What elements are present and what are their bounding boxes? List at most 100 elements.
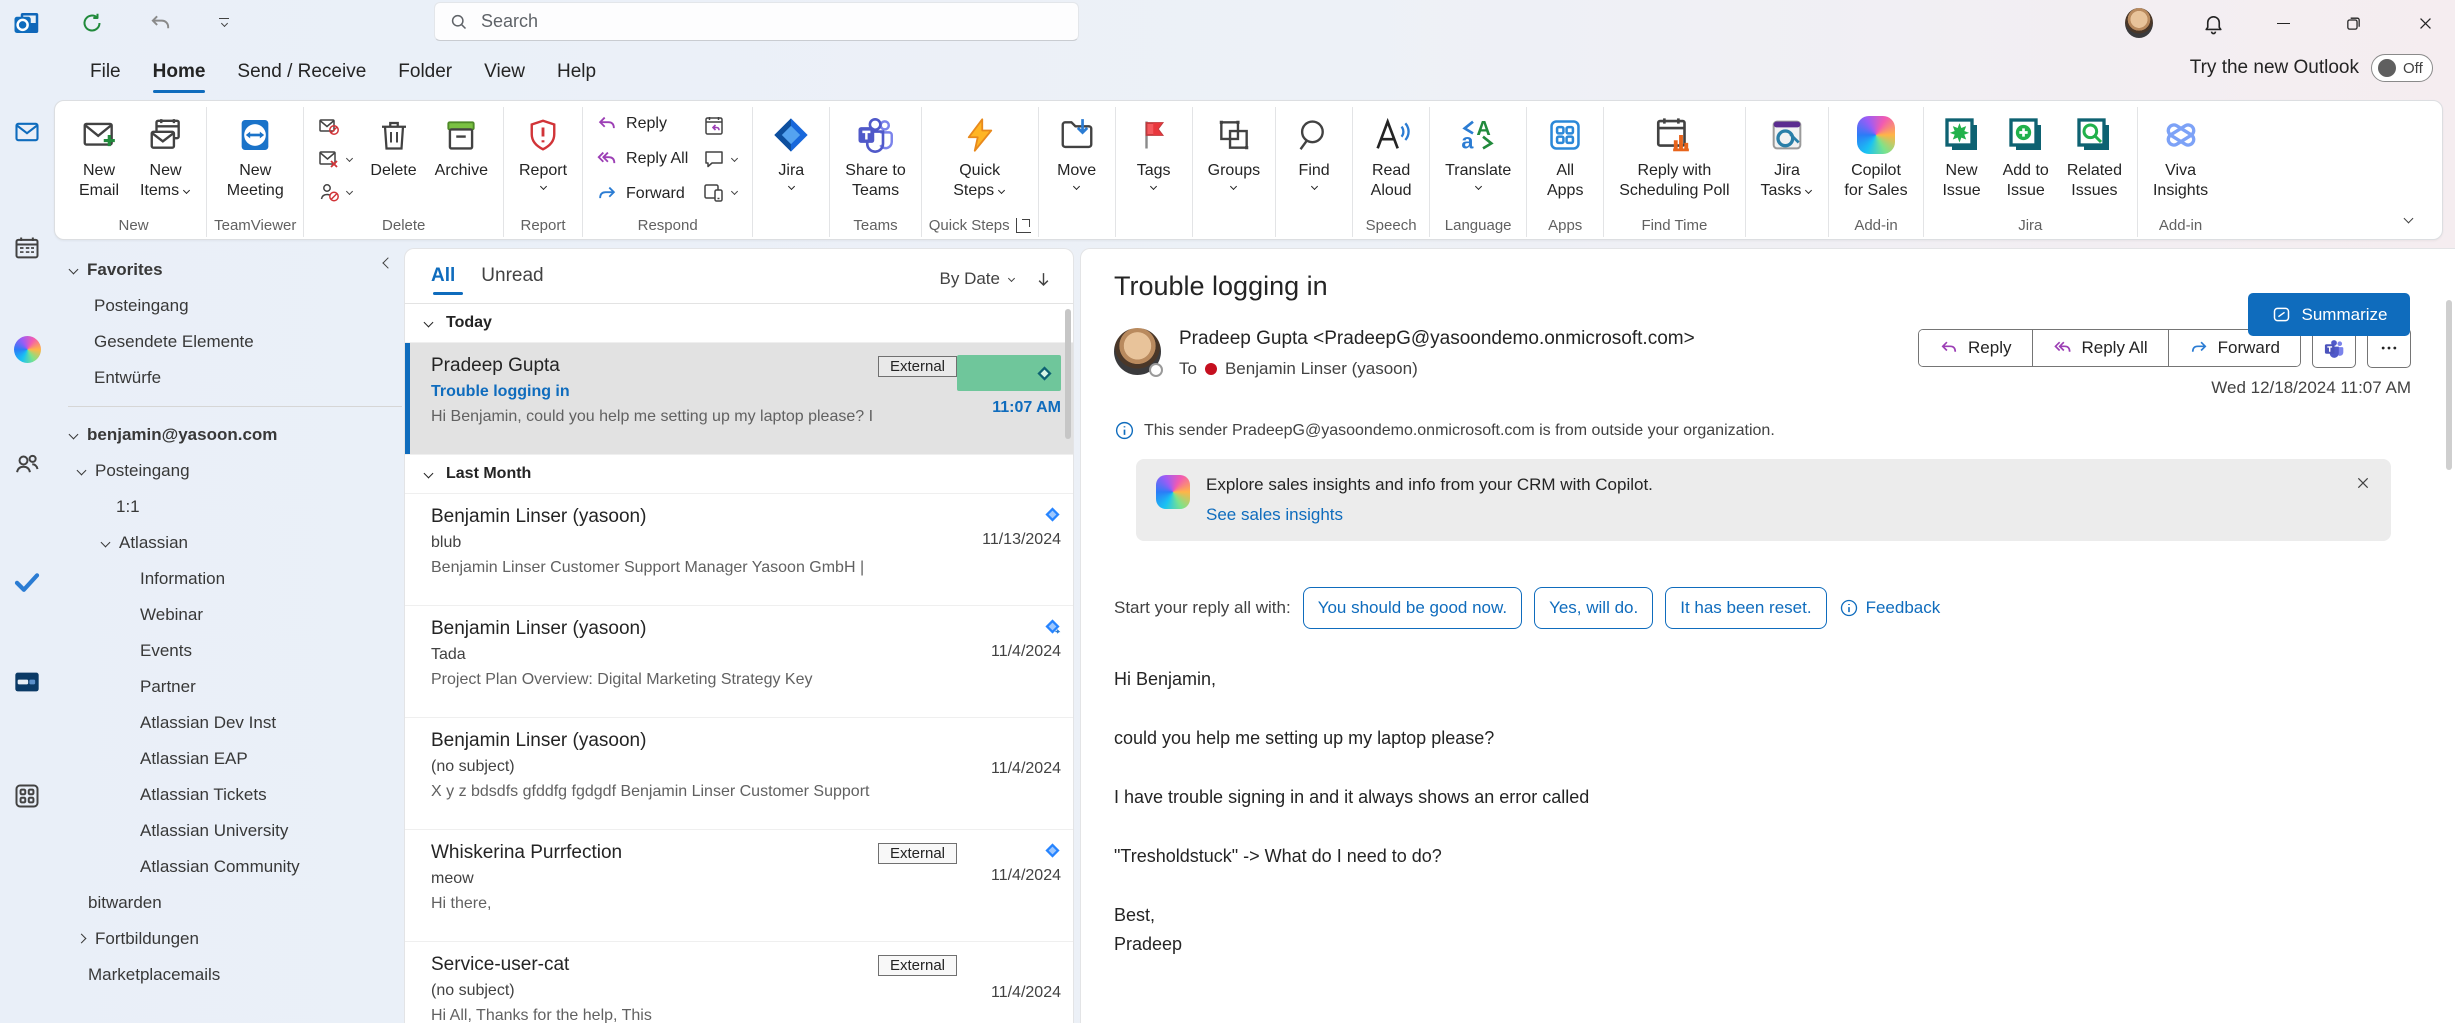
account-avatar[interactable]	[2125, 9, 2153, 37]
sender-name-email[interactable]: Pradeep Gupta <PradeepG@yasoondemo.onmic…	[1179, 328, 1695, 350]
people-nav-icon[interactable]	[0, 450, 54, 478]
groups-button[interactable]: Groups	[1200, 107, 1268, 193]
suggested-reply-3[interactable]: It has been reset.	[1665, 587, 1826, 629]
email-row-blub[interactable]: Benjamin Linser (yasoon) blub Benjamin L…	[405, 493, 1073, 605]
report-button[interactable]: Report	[511, 107, 575, 193]
collapse-ribbon-chevron[interactable]	[2403, 211, 2414, 229]
folder-posteingang[interactable]: Posteingang	[54, 453, 402, 489]
favorite-gesendete-elemente[interactable]: Gesendete Elemente	[54, 324, 402, 360]
pinned-addin-icon[interactable]	[0, 668, 54, 696]
menu-folder[interactable]: Folder	[382, 55, 468, 89]
feedback-link[interactable]: Feedback	[1839, 598, 1941, 618]
search-input[interactable]: Search	[434, 2, 1079, 41]
close-button[interactable]	[2411, 9, 2439, 37]
todo-nav-icon[interactable]	[0, 566, 54, 596]
reading-pane-scrollbar[interactable]	[2446, 300, 2452, 470]
related-issues-button[interactable]: RelatedIssues	[2059, 107, 2130, 203]
minimize-button[interactable]	[2269, 9, 2297, 37]
folder-atlassian-eap[interactable]: Atlassian EAP	[54, 741, 402, 777]
favorite-entwuerfe[interactable]: Entwürfe	[54, 360, 402, 396]
folder-atlassian-dev-inst[interactable]: Atlassian Dev Inst	[54, 705, 402, 741]
clean-up-button[interactable]	[313, 144, 358, 174]
folder-atlassian-tickets[interactable]: Atlassian Tickets	[54, 777, 402, 813]
folder-atlassian-university[interactable]: Atlassian University	[54, 813, 402, 849]
reply-button[interactable]: Reply	[1919, 330, 2031, 366]
forward-button[interactable]: Forward	[590, 181, 694, 207]
scheduling-poll-button[interactable]: Reply withScheduling Poll	[1611, 107, 1737, 203]
sync-icon[interactable]	[78, 9, 106, 37]
reply-other-button[interactable]	[698, 177, 743, 207]
quick-steps-dialog-launcher[interactable]	[1016, 218, 1031, 233]
suggested-reply-2[interactable]: Yes, will do.	[1534, 587, 1653, 629]
recipient-name[interactable]: Benjamin Linser (yasoon)	[1225, 359, 1418, 379]
jira-tasks-button[interactable]: JiraTasks	[1753, 107, 1822, 203]
email-row-pradeep-gupta[interactable]: Pradeep Gupta External Trouble logging i…	[405, 342, 1073, 454]
folder-atlassian-community[interactable]: Atlassian Community	[54, 849, 402, 885]
menu-view[interactable]: View	[468, 55, 541, 89]
menu-file[interactable]: File	[74, 55, 137, 89]
sort-by-date[interactable]: By Date	[940, 269, 1016, 289]
read-aloud-button[interactable]: ReadAloud	[1360, 107, 1422, 203]
banner-close-icon[interactable]	[2355, 475, 2371, 491]
all-apps-button[interactable]: AllApps	[1534, 107, 1596, 203]
favorite-posteingang[interactable]: Posteingang	[54, 288, 402, 324]
more-apps-icon[interactable]	[0, 782, 54, 810]
reply-with-meeting-button[interactable]	[698, 111, 743, 141]
folder-partner[interactable]: Partner	[54, 669, 402, 705]
new-outlook-toggle[interactable]: Off	[2371, 54, 2433, 82]
folder-marketplacemails[interactable]: Marketplacemails	[54, 957, 402, 993]
account-header[interactable]: benjamin@yasoon.com	[54, 417, 402, 453]
email-row-tada[interactable]: Benjamin Linser (yasoon) Tada Project Pl…	[405, 605, 1073, 717]
viva-insights-button[interactable]: VivaInsights	[2145, 107, 2216, 203]
restore-button[interactable]	[2339, 9, 2367, 37]
tab-unread[interactable]: Unread	[481, 265, 543, 293]
copilot-nav-icon[interactable]	[0, 336, 54, 363]
new-items-button[interactable]: NewItems	[132, 107, 199, 203]
reply-all-button[interactable]: Reply All	[2032, 330, 2168, 366]
folder-events[interactable]: Events	[54, 633, 402, 669]
qat-customize-icon[interactable]	[210, 9, 238, 37]
folder-1-1[interactable]: 1:1	[54, 489, 402, 525]
block-sender-button[interactable]	[313, 177, 358, 207]
menu-send-receive[interactable]: Send / Receive	[221, 55, 382, 89]
im-reply-button[interactable]	[698, 144, 743, 174]
mail-nav-icon[interactable]	[0, 118, 54, 146]
see-sales-insights-link[interactable]: See sales insights	[1206, 505, 1343, 525]
folder-bitwarden[interactable]: bitwarden	[54, 885, 402, 921]
folder-information[interactable]: Information	[54, 561, 402, 597]
delete-button[interactable]: Delete	[362, 107, 424, 183]
reply-button[interactable]: Reply	[590, 111, 694, 137]
menu-home[interactable]: Home	[137, 55, 222, 89]
move-button[interactable]: Move	[1046, 107, 1108, 193]
translate-button[interactable]: aA Translate	[1437, 107, 1519, 193]
section-today[interactable]: Today	[405, 303, 1073, 342]
suggested-reply-1[interactable]: You should be good now.	[1303, 587, 1522, 629]
folder-webinar[interactable]: Webinar	[54, 597, 402, 633]
email-row-no-subject-2[interactable]: Service-user-cat External (no subject) H…	[405, 941, 1073, 1023]
reply-all-button[interactable]: Reply All	[590, 146, 694, 172]
favorites-header[interactable]: Favorites	[54, 252, 402, 288]
jira-status-box[interactable]	[957, 355, 1061, 391]
email-row-meow[interactable]: Whiskerina Purrfection External meow Hi …	[405, 829, 1073, 941]
new-issue-button[interactable]: NewIssue	[1931, 107, 1993, 203]
archive-button[interactable]: Archive	[427, 107, 496, 183]
find-button[interactable]: Find	[1283, 107, 1345, 193]
undo-icon[interactable]	[146, 9, 174, 37]
calendar-nav-icon[interactable]	[0, 234, 54, 262]
new-meeting-button[interactable]: NewMeeting	[219, 107, 292, 203]
summarize-button[interactable]: Summarize	[2248, 293, 2410, 336]
email-row-no-subject-1[interactable]: Benjamin Linser (yasoon) (no subject) X …	[405, 717, 1073, 829]
quick-steps-button[interactable]: QuickSteps	[945, 107, 1014, 203]
new-email-button[interactable]: NewEmail	[68, 107, 130, 203]
sort-direction-icon[interactable]	[1034, 270, 1053, 289]
add-to-issue-button[interactable]: Add toIssue	[1995, 107, 2057, 203]
folder-fortbildungen[interactable]: Fortbildungen	[54, 921, 402, 957]
copilot-for-sales-button[interactable]: Copilotfor Sales	[1836, 107, 1915, 203]
section-last-month[interactable]: Last Month	[405, 454, 1073, 493]
sender-avatar[interactable]	[1114, 328, 1161, 375]
tab-all[interactable]: All	[431, 265, 455, 293]
list-scrollbar[interactable]	[1065, 309, 1071, 439]
collapse-folder-pane-icon[interactable]	[382, 254, 394, 274]
tags-button[interactable]: Tags	[1123, 107, 1185, 193]
notifications-bell-icon[interactable]	[2199, 9, 2227, 37]
